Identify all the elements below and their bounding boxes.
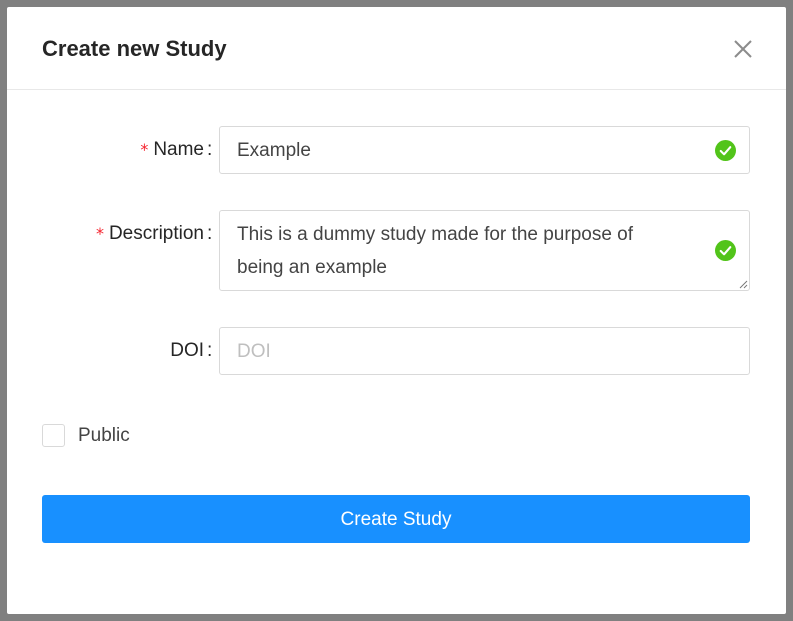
name-label-text: Name: [153, 139, 204, 160]
required-mark: *: [140, 140, 149, 159]
dialog-title: Create new Study: [42, 36, 227, 61]
public-checkbox[interactable]: [42, 424, 65, 447]
label-colon: :: [207, 223, 213, 244]
doi-form-item: DOI: DOI: [7, 327, 786, 375]
description-value-line-2: being an example: [237, 257, 387, 278]
doi-input-placeholder: DOI: [237, 341, 271, 362]
public-checkbox-label: Public: [78, 425, 130, 446]
create-study-button[interactable]: Create Study: [42, 495, 750, 543]
check-circle-icon: [715, 140, 736, 161]
doi-label-text: DOI: [170, 340, 204, 361]
label-colon: :: [207, 139, 213, 160]
create-study-dialog: Create new Study * Name: Example * Descrip…: [7, 7, 786, 614]
resize-handle-icon[interactable]: [738, 279, 748, 289]
check-circle-icon: [715, 240, 736, 261]
close-button[interactable]: [729, 35, 757, 63]
close-icon: [734, 40, 752, 58]
name-input[interactable]: Example: [219, 126, 750, 174]
description-value-line-1: This is a dummy study made for the purpo…: [237, 224, 634, 245]
doi-input[interactable]: DOI: [219, 327, 750, 375]
description-form-item: * Description: This is a dummy study made…: [7, 210, 786, 291]
name-input-value: Example: [237, 140, 311, 161]
name-label: * Name:: [140, 137, 212, 163]
description-label-text: Description: [108, 223, 204, 244]
dialog-header: Create new Study: [7, 7, 786, 90]
description-textarea[interactable]: This is a dummy study made for the purpo…: [219, 210, 750, 291]
description-label: * Description:: [95, 221, 212, 247]
required-mark: *: [95, 224, 104, 243]
name-form-item: * Name: Example: [7, 126, 786, 174]
doi-label: DOI:: [170, 338, 212, 364]
label-colon: :: [207, 340, 213, 361]
